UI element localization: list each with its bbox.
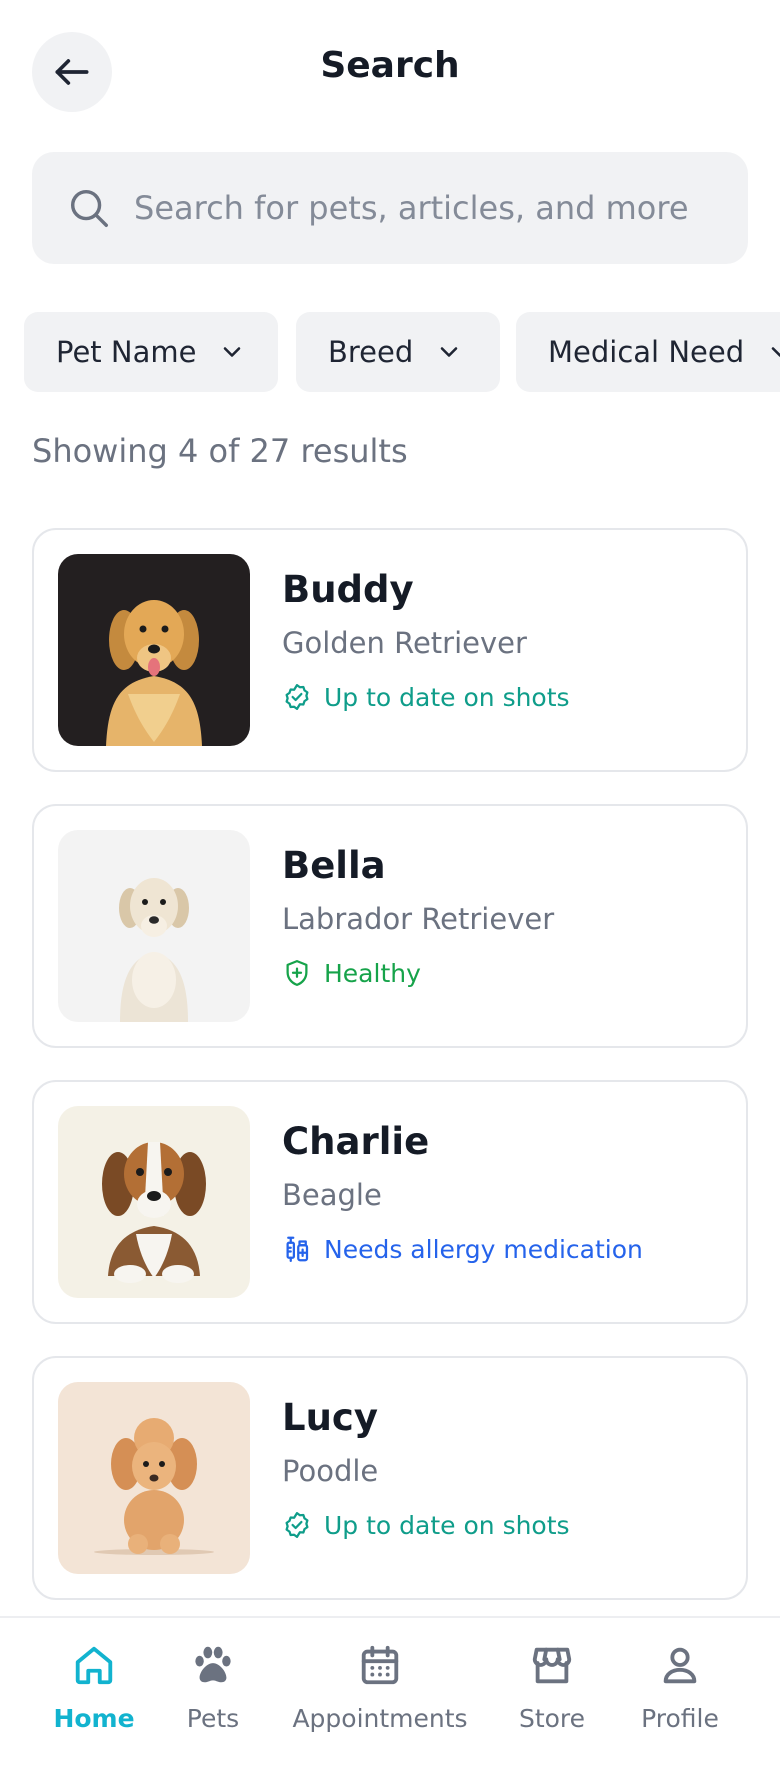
search-bar[interactable] [32, 152, 748, 264]
nav-home[interactable]: Home [53, 1642, 135, 1733]
user-icon [663, 1647, 697, 1684]
pet-breed: Poodle [282, 1454, 379, 1488]
calendar-icon [361, 1645, 399, 1685]
home-icon [75, 1646, 113, 1685]
filter-medical-need[interactable]: Medical Need [516, 312, 780, 392]
nav-appointments[interactable]: Appointments [292, 1642, 468, 1733]
pet-photo [58, 1382, 250, 1574]
pet-breed: Golden Retriever [282, 626, 527, 660]
pet-card[interactable]: Charlie Beagle Needs allergy medication [32, 1080, 748, 1324]
filter-pet-name[interactable]: Pet Name [24, 312, 278, 392]
pet-breed: Beagle [282, 1178, 382, 1212]
pet-status: Needs allergy medication [282, 1234, 643, 1264]
filter-label: Medical Need [548, 335, 745, 369]
pet-name: Buddy [282, 568, 414, 611]
pet-status-label: Up to date on shots [324, 682, 570, 712]
pet-name: Bella [282, 844, 386, 887]
nav-label: Store [518, 1704, 586, 1733]
search-input[interactable] [134, 189, 734, 227]
pet-status: Healthy [282, 958, 421, 988]
paw-icon [195, 1646, 231, 1683]
nav-label: Pets [186, 1704, 240, 1733]
chevron-down-icon [771, 347, 780, 357]
pet-status: Up to date on shots [282, 1510, 570, 1540]
shield-plus-icon [286, 960, 308, 986]
filter-chips: Pet Name Breed Medical Need [24, 312, 780, 392]
filter-label: Pet Name [56, 335, 197, 369]
pet-status-label: Needs allergy medication [324, 1234, 643, 1264]
filter-label: Breed [328, 335, 414, 369]
nav-pets[interactable]: Pets [182, 1642, 244, 1733]
pet-breed: Labrador Retriever [282, 902, 555, 936]
syringe-icon [286, 1236, 309, 1262]
pet-photo [58, 1106, 250, 1298]
nav-store[interactable]: Store [516, 1642, 588, 1733]
chevron-down-icon [224, 347, 241, 357]
nav-label: Appointments [292, 1704, 468, 1733]
pet-status-label: Up to date on shots [324, 1510, 570, 1540]
pet-name: Lucy [282, 1396, 378, 1439]
nav-label: Profile [641, 1704, 719, 1733]
pet-name: Charlie [282, 1120, 430, 1163]
nav-profile[interactable]: Profile [638, 1642, 722, 1733]
badge-check-icon [285, 1512, 309, 1538]
page-title: Search [320, 45, 460, 86]
nav-label: Home [53, 1704, 135, 1733]
search-icon [70, 189, 108, 227]
store-icon [532, 1647, 572, 1684]
pet-photo [58, 830, 250, 1022]
bottom-nav: Home Pets Appointments Store Profile [0, 1616, 780, 1768]
pet-card[interactable]: Bella Labrador Retriever Healthy [32, 804, 748, 1048]
pet-card[interactable]: Lucy Poodle Up to date on shots [32, 1356, 748, 1600]
pet-photo [58, 554, 250, 746]
result-count: Showing 4 of 27 results [32, 432, 408, 470]
badge-check-icon [285, 684, 309, 710]
header: Search [0, 0, 780, 140]
filter-breed[interactable]: Breed [296, 312, 500, 392]
pet-status: Up to date on shots [282, 682, 570, 712]
chevron-down-icon [440, 347, 458, 357]
pet-status-label: Healthy [324, 958, 421, 988]
pet-card[interactable]: Buddy Golden Retriever Up to date on sho… [32, 528, 748, 772]
